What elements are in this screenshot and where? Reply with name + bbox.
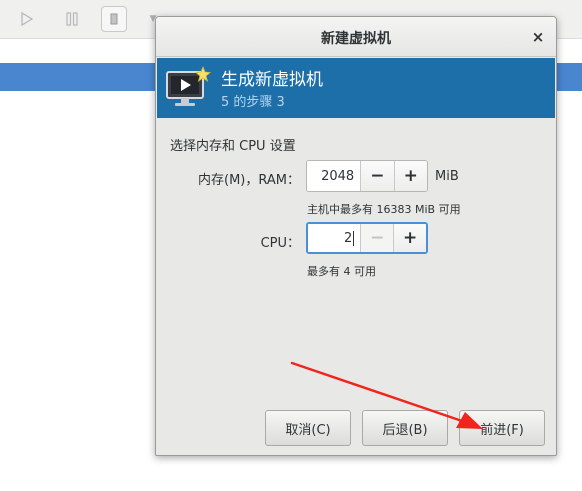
memory-label: 内存(M)，RAM：: [198, 173, 300, 188]
monitor-new-icon: [165, 65, 211, 110]
memory-spinbox[interactable]: 2048 − +: [306, 160, 428, 192]
close-button[interactable]: ×: [528, 27, 548, 47]
dialog-titlebar: 新建虚拟机 ×: [156, 17, 556, 57]
memory-hint: 主机中最多有 16383 MiB 可用: [307, 203, 461, 216]
text-cursor: [353, 230, 355, 246]
play-icon[interactable]: [14, 6, 40, 32]
wizard-header: 生成新虚拟机 5 的步骤 3: [157, 58, 555, 118]
cpu-label: CPU：: [260, 236, 300, 251]
wizard-title: 生成新虚拟机: [221, 70, 323, 90]
section-title: 选择内存和 CPU 设置: [170, 139, 296, 154]
cpu-decrement-button[interactable]: −: [360, 224, 394, 252]
cpu-hint: 最多有 4 可用: [307, 265, 376, 278]
dialog-title: 新建虚拟机: [321, 31, 391, 47]
pause-icon[interactable]: [59, 6, 85, 32]
forward-button[interactable]: 前进(F): [459, 410, 545, 446]
cancel-button[interactable]: 取消(C): [265, 410, 351, 446]
memory-decrement-button[interactable]: −: [360, 161, 394, 191]
cpu-input[interactable]: 2: [308, 224, 361, 252]
memory-increment-button[interactable]: +: [393, 161, 427, 191]
cpu-spinbox[interactable]: 2 − +: [306, 222, 428, 254]
cpu-input-value: 2: [344, 230, 353, 246]
memory-unit: MiB: [435, 169, 459, 184]
wizard-step: 5 的步骤 3: [221, 95, 285, 110]
new-vm-dialog: 新建虚拟机 × 生成新虚拟机 5 的步骤 3 选择内存和 CPU 设置 内存(M…: [155, 16, 557, 456]
back-button[interactable]: 后退(B): [362, 410, 448, 446]
memory-input[interactable]: 2048: [307, 161, 361, 191]
stop-icon[interactable]: [101, 6, 127, 32]
cpu-increment-button[interactable]: +: [393, 224, 426, 252]
